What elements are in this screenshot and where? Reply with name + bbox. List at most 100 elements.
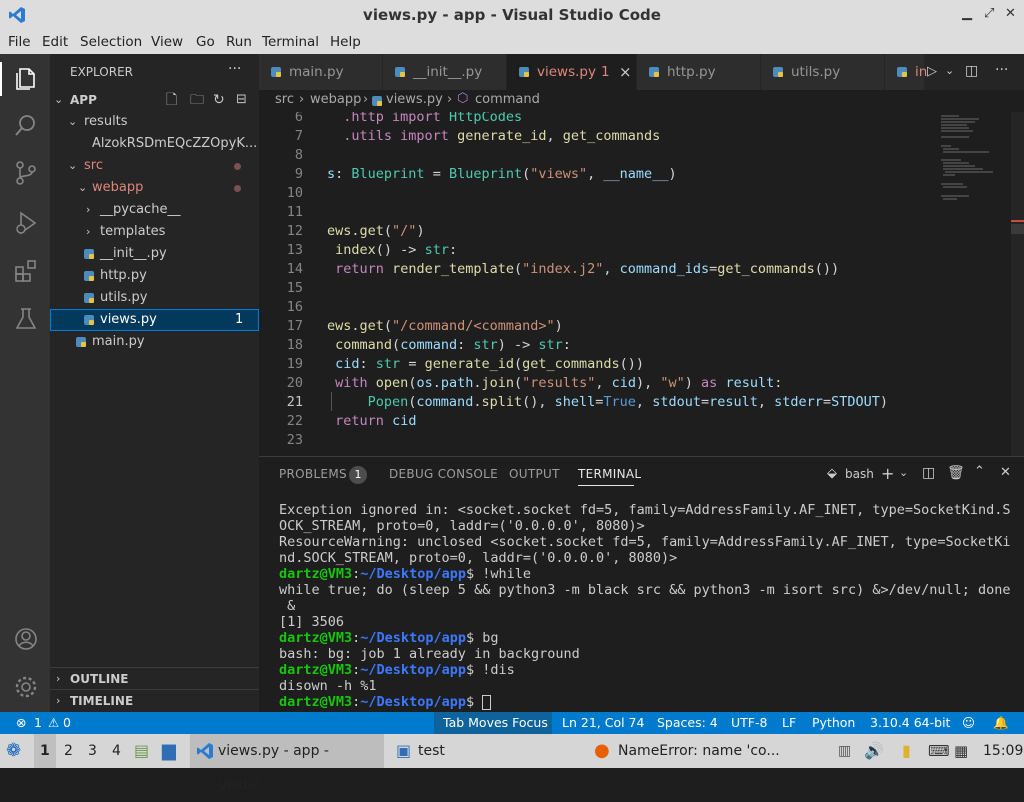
tab-init-py[interactable]: __init__.py: [383, 54, 507, 90]
feedback-icon[interactable]: ☺: [962, 715, 975, 730]
workspace-4[interactable]: 4: [112, 734, 121, 768]
file-manager-icon[interactable]: ▤: [134, 734, 149, 768]
clipboard-icon[interactable]: ▥: [838, 734, 851, 768]
split-terminal-icon[interactable]: ◫: [922, 465, 935, 481]
tree-item-webapp[interactable]: ⌄ webapp: [50, 177, 259, 199]
errors-icon[interactable]: ⊗: [16, 715, 26, 730]
refresh-icon[interactable]: ↻: [213, 89, 225, 111]
volume-icon[interactable]: 🔊: [864, 734, 884, 768]
close-window-icon[interactable]: ✕: [1005, 6, 1016, 21]
outline-section[interactable]: › OUTLINE: [50, 667, 259, 689]
timeline-section[interactable]: › TIMELINE: [50, 689, 259, 711]
menu-help[interactable]: Help: [330, 34, 361, 50]
start-menu-icon[interactable]: ❁: [6, 734, 21, 768]
workspace-1[interactable]: 1: [40, 734, 50, 768]
warnings-icon[interactable]: ⚠: [48, 715, 59, 730]
taskbar-vscode[interactable]: views.py - app - Visual...: [190, 734, 384, 793]
new-folder-icon[interactable]: 🗀: [190, 89, 204, 111]
menu-edit[interactable]: Edit: [42, 34, 68, 50]
menu-view[interactable]: View: [151, 34, 183, 50]
tab-output[interactable]: OUTPUT: [509, 467, 560, 481]
language-mode[interactable]: Python: [812, 715, 855, 730]
breadcrumb-webapp[interactable]: webapp: [310, 92, 361, 107]
terminal-dropdown-icon[interactable]: ⌄: [899, 466, 908, 479]
breadcrumb-file[interactable]: views.py: [386, 92, 443, 107]
tab-views-py[interactable]: views.py 1 ×: [507, 54, 637, 90]
collapse-all-icon[interactable]: ⊟: [236, 89, 247, 111]
run-file-icon[interactable]: ▷: [927, 64, 937, 79]
workspace-3[interactable]: 3: [88, 734, 97, 768]
menu-selection[interactable]: Selection: [80, 34, 142, 50]
minimize-icon[interactable]: ▁: [962, 6, 972, 21]
source-control-icon[interactable]: [13, 160, 39, 186]
tab-main-py[interactable]: main.py: [259, 54, 383, 90]
notifications-bell-icon[interactable]: 🔔: [993, 715, 1009, 731]
terminal-shell-name[interactable]: bash: [845, 467, 874, 481]
tab-overflow[interactable]: in: [885, 54, 927, 90]
terminal-window-icon[interactable]: ▣: [396, 734, 411, 768]
tab-http-py[interactable]: http.py: [637, 54, 761, 90]
firefox-icon[interactable]: ●: [594, 734, 610, 768]
testing-icon[interactable]: [13, 306, 39, 332]
tree-item-http-py[interactable]: http.py: [50, 265, 259, 287]
close-tab-icon[interactable]: ×: [619, 54, 632, 90]
account-icon[interactable]: [13, 626, 39, 652]
taskbar-test[interactable]: test: [418, 734, 445, 768]
tab-terminal[interactable]: TERMINAL: [578, 467, 641, 481]
breadcrumb-symbol[interactable]: command: [475, 92, 540, 107]
desktop-icon[interactable]: ▆: [162, 734, 176, 768]
explorer-more-button[interactable]: ···: [228, 61, 241, 77]
split-editor-icon[interactable]: ◫: [965, 63, 978, 79]
scroll-thumb[interactable]: [1011, 224, 1024, 234]
new-file-icon[interactable]: 🗋: [166, 89, 177, 111]
extensions-icon[interactable]: [13, 258, 39, 284]
tree-item-init-py[interactable]: __init__.py: [50, 243, 259, 265]
run-dropdown-icon[interactable]: ⌄: [945, 64, 954, 77]
cursor-position[interactable]: Ln 21, Col 74: [562, 715, 644, 730]
tab-moves-focus[interactable]: Tab Moves Focus: [443, 715, 548, 730]
tab-utils-py[interactable]: utils.py: [761, 54, 885, 90]
tree-item-src[interactable]: ⌄ src: [50, 155, 259, 177]
tree-item-utils-py[interactable]: utils.py: [50, 287, 259, 309]
terminal-prompt[interactable]: dartz@VM3:~/Desktop/app$: [279, 694, 492, 710]
warning-count[interactable]: 0: [63, 715, 71, 730]
encoding[interactable]: UTF-8: [731, 715, 767, 730]
tree-item-result-file[interactable]: AlzokRSDmEQcZZOpyK...: [50, 133, 259, 155]
tab-problems[interactable]: PROBLEMS: [279, 467, 347, 481]
menu-file[interactable]: File: [8, 34, 31, 50]
explorer-root-app[interactable]: ⌄ APP 🗋 🗀 ↻ ⊟: [50, 89, 259, 111]
tree-item-pycache[interactable]: › __pycache__: [50, 199, 259, 221]
minimap[interactable]: [939, 112, 1009, 212]
error-count[interactable]: 1: [34, 715, 42, 730]
tree-item-main-py[interactable]: main.py: [50, 331, 259, 353]
taskbar-firefox[interactable]: NameError: name 'co...: [618, 734, 780, 768]
menu-go[interactable]: Go: [196, 34, 215, 50]
python-interpreter[interactable]: 3.10.4 64-bit: [870, 715, 950, 730]
more-actions-icon[interactable]: ···: [995, 62, 1008, 78]
explorer-icon[interactable]: [13, 66, 39, 92]
tree-item-templates[interactable]: › templates: [50, 221, 259, 243]
code-editor[interactable]: 6 7 8 9 10 11 12 13 14 15 16 17 18 19 20…: [259, 112, 1024, 456]
settings-gear-icon[interactable]: [13, 674, 39, 700]
maximize-panel-icon[interactable]: ⌃: [974, 464, 985, 479]
menu-terminal[interactable]: Terminal: [262, 34, 319, 50]
network-icon[interactable]: ▦: [954, 734, 968, 768]
tree-item-views-py[interactable]: views.py 1: [50, 309, 259, 331]
keyboard-icon[interactable]: ⌨: [928, 734, 950, 768]
tab-debug-console[interactable]: DEBUG CONSOLE: [389, 467, 498, 481]
run-debug-icon[interactable]: [13, 210, 39, 236]
line-ending[interactable]: LF: [782, 715, 796, 730]
notes-icon[interactable]: ▮: [902, 734, 911, 768]
kill-terminal-icon[interactable]: 🗑: [947, 465, 965, 481]
terminal-line: &: [279, 598, 296, 614]
menu-run[interactable]: Run: [226, 34, 252, 50]
close-panel-icon[interactable]: ✕: [1000, 465, 1011, 480]
maximize-icon[interactable]: ⤢: [984, 6, 994, 21]
breadcrumb-src[interactable]: src: [275, 92, 294, 107]
tree-item-results[interactable]: ⌄ results: [50, 111, 259, 133]
indentation[interactable]: Spaces: 4: [657, 715, 718, 730]
editor-scrollbar[interactable]: [1011, 112, 1024, 456]
search-icon[interactable]: [13, 112, 39, 138]
new-terminal-icon[interactable]: +: [881, 464, 894, 483]
workspace-2[interactable]: 2: [64, 734, 73, 768]
